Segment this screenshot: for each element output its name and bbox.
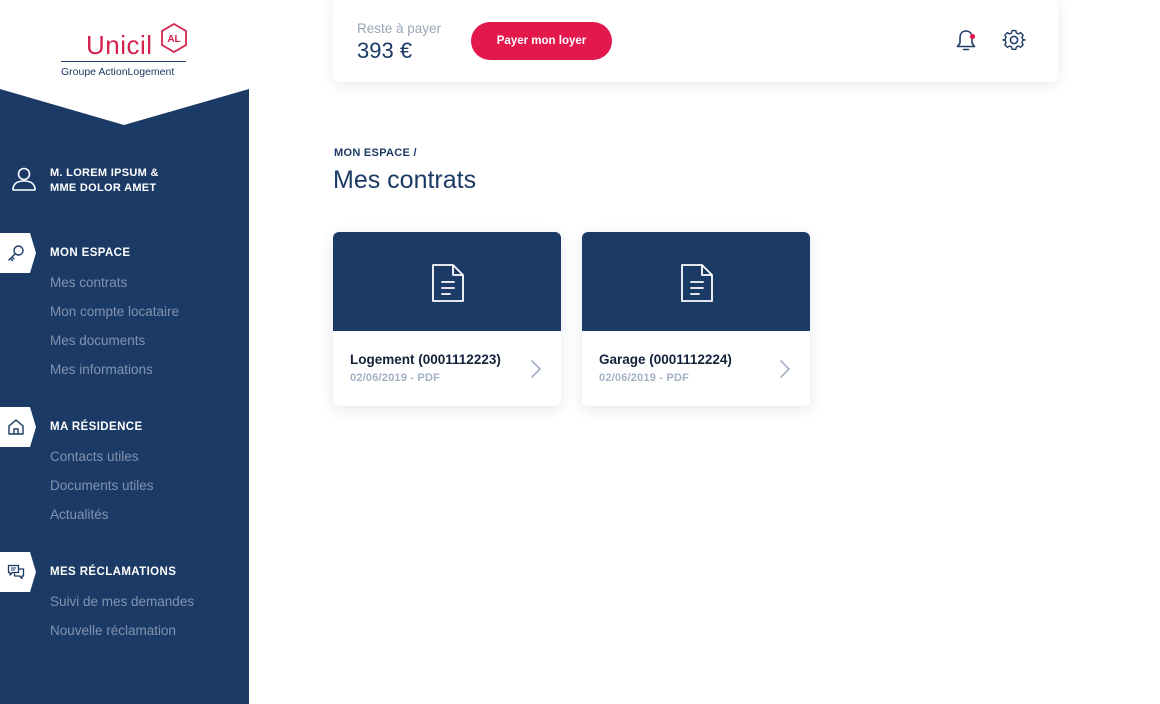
card-header bbox=[333, 232, 561, 331]
sidebar-item-actualites[interactable]: Actualités bbox=[50, 507, 109, 522]
sidebar-item-suivi-demandes[interactable]: Suivi de mes demandes bbox=[50, 594, 194, 609]
bell-icon[interactable] bbox=[954, 28, 978, 54]
contract-meta: 02/06/2019 - PDF bbox=[350, 372, 441, 384]
document-icon bbox=[681, 264, 713, 302]
nav-tab-mon-espace[interactable] bbox=[0, 233, 36, 273]
contract-card-garage[interactable]: Garage (0001112224) 02/06/2019 - PDF bbox=[582, 232, 810, 406]
nav-section-title[interactable]: MES RÉCLAMATIONS bbox=[50, 566, 176, 578]
user-icon bbox=[12, 167, 36, 191]
sidebar-item-documents-utiles[interactable]: Documents utiles bbox=[50, 478, 154, 493]
sidebar-item-mes-documents[interactable]: Mes documents bbox=[50, 333, 145, 348]
nav-section-title[interactable]: MA RÉSIDENCE bbox=[50, 421, 143, 433]
sidebar: Unicil AL Groupe ActionLogement M. LOREM… bbox=[0, 0, 249, 704]
balance-label: Reste à payer bbox=[357, 21, 442, 36]
logo-panel-shape bbox=[0, 0, 249, 125]
breadcrumb[interactable]: MON ESPACE / bbox=[334, 147, 417, 159]
gear-icon[interactable] bbox=[1002, 28, 1026, 52]
brand-mark-icon: AL bbox=[161, 23, 187, 53]
nav-tab-mes-reclamations[interactable] bbox=[0, 552, 36, 592]
document-icon bbox=[432, 264, 464, 302]
sidebar-item-mon-compte-locataire[interactable]: Mon compte locataire bbox=[50, 304, 179, 319]
user-name-line1: M. LOREM IPSUM & bbox=[50, 167, 159, 179]
pay-rent-button[interactable]: Payer mon loyer bbox=[471, 22, 612, 60]
brand-logo[interactable]: Unicil AL Groupe ActionLogement bbox=[0, 0, 249, 126]
logo-divider bbox=[61, 61, 186, 62]
balance-amount: 393 € bbox=[357, 38, 413, 63]
top-bar: Reste à payer 393 € Payer mon loyer bbox=[333, 0, 1058, 82]
brand-subtitle: Groupe ActionLogement bbox=[61, 66, 175, 78]
brand-name: Unicil bbox=[86, 30, 153, 60]
user-name-line2: MME DOLOR AMET bbox=[50, 182, 157, 194]
sidebar-item-mes-contrats[interactable]: Mes contrats bbox=[50, 275, 127, 290]
contract-meta: 02/06/2019 - PDF bbox=[599, 372, 690, 384]
contract-title: Logement (0001112223) bbox=[350, 352, 501, 367]
contract-card-logement[interactable]: Logement (0001112223) 02/06/2019 - PDF bbox=[333, 232, 561, 406]
chat-icon bbox=[7, 564, 25, 580]
user-name: M. LOREM IPSUM & MME DOLOR AMET bbox=[50, 166, 159, 196]
home-icon bbox=[8, 419, 24, 435]
sidebar-item-nouvelle-reclamation[interactable]: Nouvelle réclamation bbox=[50, 623, 176, 638]
sidebar-item-contacts-utiles[interactable]: Contacts utiles bbox=[50, 449, 139, 464]
nav-tab-ma-residence[interactable] bbox=[0, 407, 36, 447]
sidebar-item-mes-informations[interactable]: Mes informations bbox=[50, 362, 153, 377]
brand-mark-text: AL bbox=[167, 34, 180, 45]
chevron-right-icon[interactable] bbox=[779, 359, 791, 379]
card-header bbox=[582, 232, 810, 331]
nav-section-title[interactable]: MON ESPACE bbox=[50, 247, 130, 259]
user-profile[interactable]: M. LOREM IPSUM & MME DOLOR AMET bbox=[0, 164, 249, 200]
chevron-right-icon[interactable] bbox=[530, 359, 542, 379]
key-icon bbox=[8, 245, 24, 262]
contract-title: Garage (0001112224) bbox=[599, 352, 732, 367]
page-title: Mes contrats bbox=[333, 166, 477, 194]
